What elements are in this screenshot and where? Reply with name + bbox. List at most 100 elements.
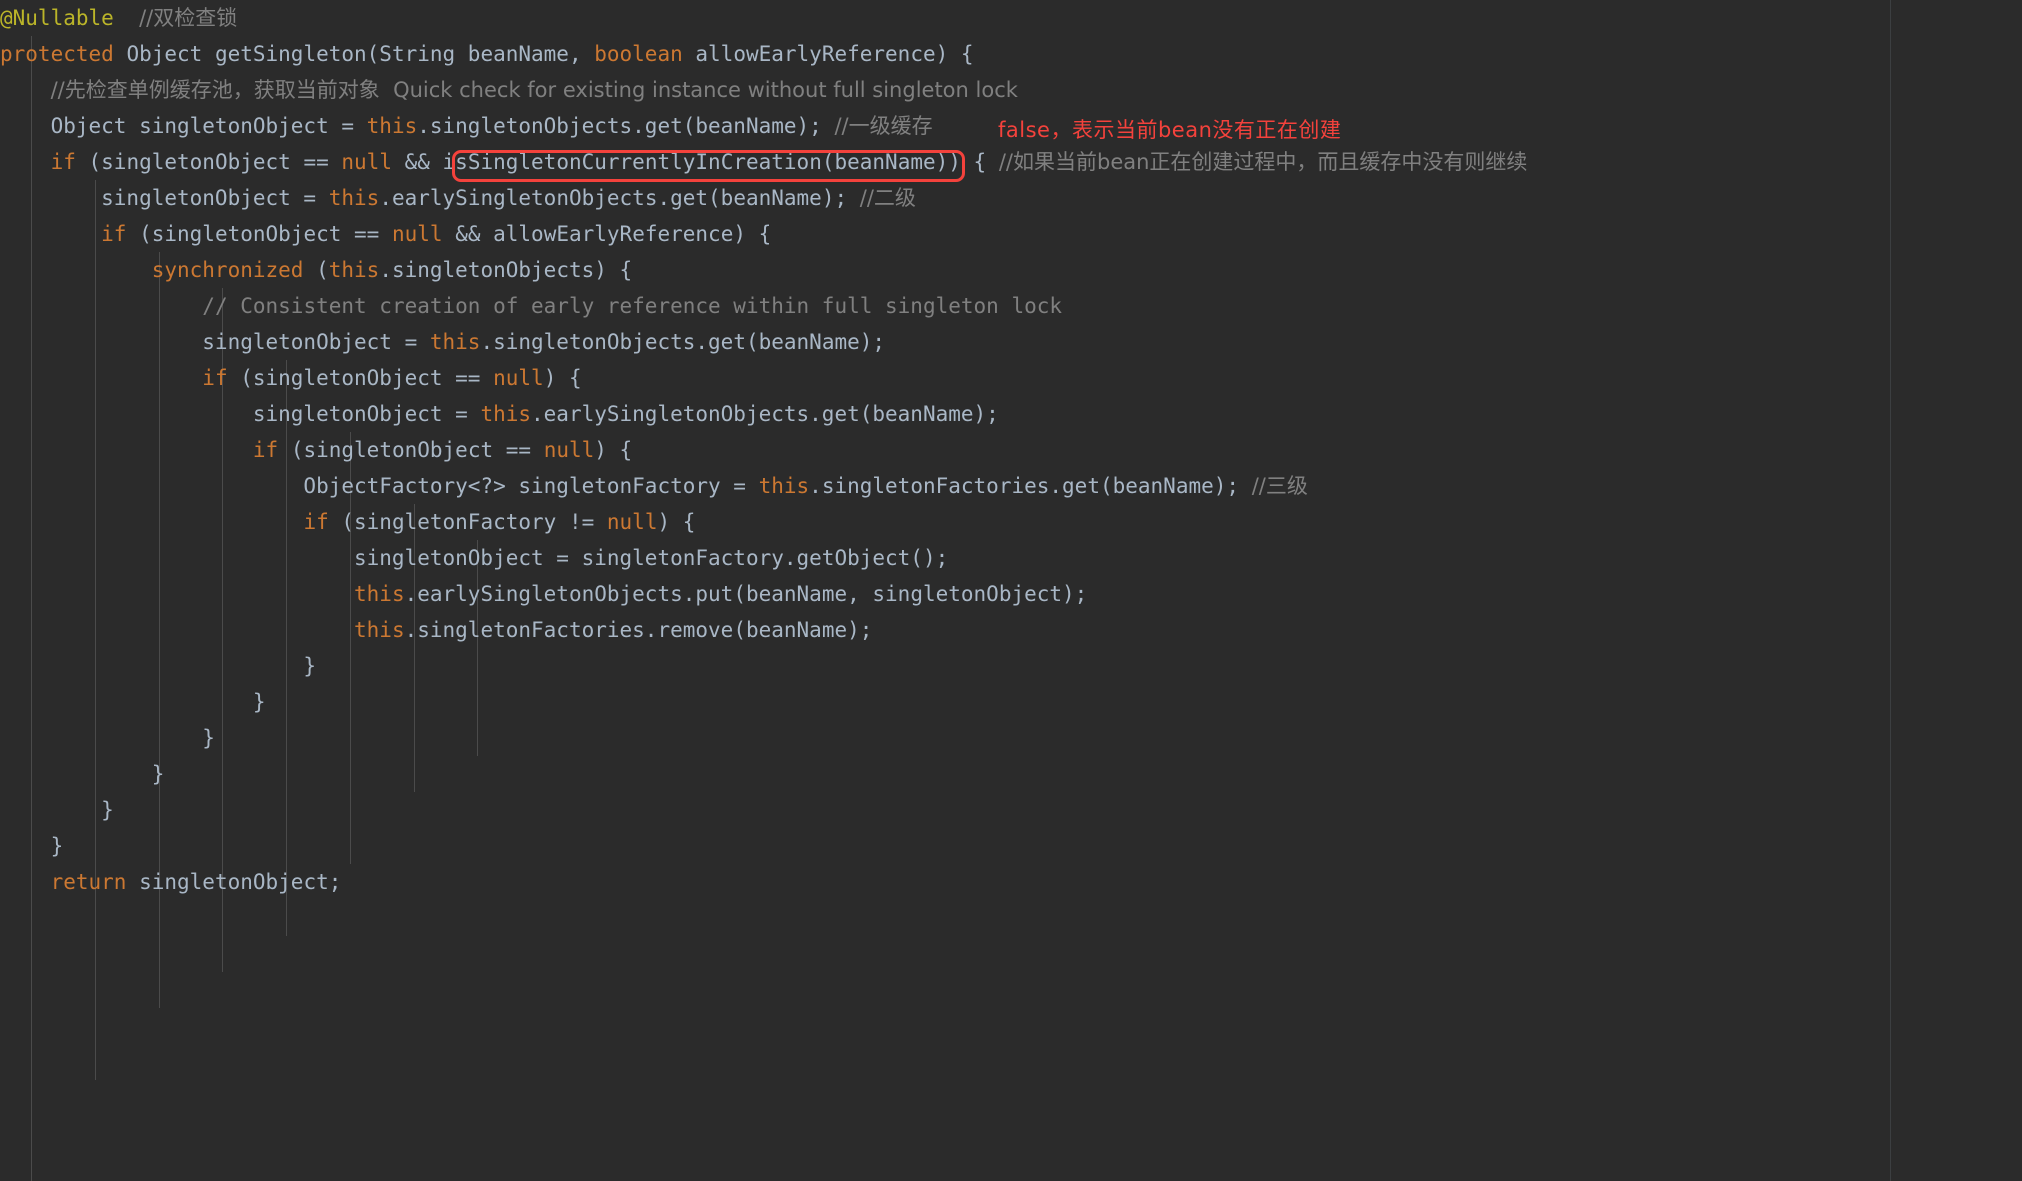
code-token: this	[354, 582, 405, 606]
code-token: if	[202, 366, 228, 390]
code-token: }	[0, 690, 266, 714]
code-token: Object singletonObject =	[0, 114, 367, 138]
code-token: boolean	[594, 42, 683, 66]
code-token: null	[341, 150, 392, 174]
code-token: this	[758, 474, 810, 498]
code-token: this	[328, 258, 380, 282]
code-token: .earlySingletonObjects.get(beanName);	[531, 402, 999, 426]
code-token: singletonObject =	[0, 402, 481, 426]
code-line[interactable]: return singletonObject;	[0, 864, 2022, 900]
code-token: protected	[0, 42, 114, 66]
code-token: this	[354, 618, 405, 642]
code-line[interactable]: protected Object getSingleton(String bea…	[0, 36, 2022, 72]
code-token: if	[252, 438, 279, 462]
code-line[interactable]: singletonObject = this.earlySingletonObj…	[0, 180, 2022, 216]
code-token: allowEarlyReference) {	[682, 42, 974, 66]
code-token: // Consistent creation of early referenc…	[202, 294, 1063, 318]
code-token: ) {	[657, 510, 696, 534]
code-line[interactable]: if (singletonFactory != null) {	[0, 504, 2022, 540]
code-token: this	[480, 402, 532, 426]
code-token: //如果当前bean正在创建过程中，而且缓存中没有则继续	[998, 150, 1528, 174]
code-token: singletonObject;	[126, 870, 342, 894]
code-token: singletonObject =	[0, 186, 329, 210]
code-line[interactable]: if (singletonObject == null && allowEarl…	[0, 216, 2022, 252]
code-line[interactable]: if (singletonObject == null) {	[0, 360, 2022, 396]
code-token: (singletonObject ==	[227, 366, 494, 390]
code-line[interactable]: if (singletonObject == null && isSinglet…	[0, 144, 2022, 180]
code-line[interactable]: }	[0, 684, 2022, 720]
code-token: .singletonObjects.get(beanName);	[480, 330, 886, 354]
code-line[interactable]: synchronized (this.singletonObjects) {	[0, 252, 2022, 288]
code-token: ) {	[543, 366, 582, 390]
code-token: (singletonFactory !=	[328, 510, 607, 534]
code-line[interactable]: this.earlySingletonObjects.put(beanName,…	[0, 576, 2022, 612]
code-token: //三级	[1251, 474, 1308, 498]
code-token: }	[0, 654, 317, 678]
code-token: null	[606, 510, 658, 534]
code-token: .earlySingletonObjects.put(beanName, sin…	[404, 582, 1088, 606]
code-token: this	[366, 114, 418, 138]
code-token: singletonObject = singletonFactory.getOb…	[0, 546, 949, 570]
code-token: //先检查单例缓存池，获取当前对象 Quick check for existi…	[50, 78, 1018, 102]
code-token: .singletonFactories.get(beanName);	[809, 474, 1252, 498]
code-token: (singletonObject ==	[278, 438, 544, 462]
code-line[interactable]: if (singletonObject == null) {	[0, 432, 2022, 468]
code-line[interactable]: }	[0, 792, 2022, 828]
code-token: .singletonFactories.remove(beanName);	[404, 618, 873, 642]
code-token: synchronized	[151, 258, 304, 282]
red-annotation-note: false，表示当前bean没有正在创建	[998, 118, 1342, 142]
code-token: null	[493, 366, 544, 390]
code-token: if	[303, 510, 329, 534]
code-token: .earlySingletonObjects.get(beanName);	[379, 186, 860, 210]
code-line[interactable]: singletonObject = this.earlySingletonObj…	[0, 396, 2022, 432]
code-token: //一级缓存	[834, 114, 933, 138]
code-token: }	[0, 834, 64, 858]
code-token: //双检查锁	[139, 6, 238, 30]
code-line[interactable]: singletonObject = singletonFactory.getOb…	[0, 540, 2022, 576]
code-token: return	[50, 870, 127, 894]
code-token: if	[101, 222, 127, 246]
code-token: .singletonObjects.get(beanName);	[417, 114, 835, 138]
code-line[interactable]: @Nullable //双检查锁	[0, 0, 2022, 36]
code-token: singletonObject =	[0, 330, 430, 354]
code-line[interactable]: }	[0, 828, 2022, 864]
code-token: }	[0, 798, 114, 822]
code-editor[interactable]: @Nullable //双检查锁 protected Object getSing…	[0, 0, 2022, 1181]
code-line[interactable]: }	[0, 648, 2022, 684]
code-token: (singletonObject ==	[126, 222, 392, 246]
code-token: && isSingletonCurrentlyInCreation(beanNa…	[391, 150, 999, 174]
code-line[interactable]: }	[0, 756, 2022, 792]
code-token: .singletonObjects) {	[379, 258, 633, 282]
code-token: this	[429, 330, 481, 354]
code-token: this	[328, 186, 380, 210]
code-line[interactable]: this.singletonFactories.remove(beanName)…	[0, 612, 2022, 648]
code-line[interactable]: ObjectFactory<?> singletonFactory = this…	[0, 468, 2022, 504]
code-token: && allowEarlyReference) {	[442, 222, 772, 246]
code-token: if	[50, 150, 76, 174]
code-line[interactable]: singletonObject = this.singletonObjects.…	[0, 324, 2022, 360]
code-token: ) {	[594, 438, 633, 462]
code-token: ObjectFactory<?> singletonFactory =	[0, 474, 759, 498]
code-line[interactable]: //先检查单例缓存池，获取当前对象 Quick check for existi…	[0, 72, 2022, 108]
code-token: }	[0, 762, 165, 786]
code-token: @Nullable	[0, 6, 114, 30]
code-line[interactable]: // Consistent creation of early referenc…	[0, 288, 2022, 324]
code-line[interactable]: }	[0, 720, 2022, 756]
code-token: //二级	[859, 186, 916, 210]
code-token: Object getSingleton(String beanName,	[113, 42, 595, 66]
code-token: null	[391, 222, 443, 246]
code-token: (singletonObject ==	[75, 150, 342, 174]
code-token: (	[303, 258, 329, 282]
